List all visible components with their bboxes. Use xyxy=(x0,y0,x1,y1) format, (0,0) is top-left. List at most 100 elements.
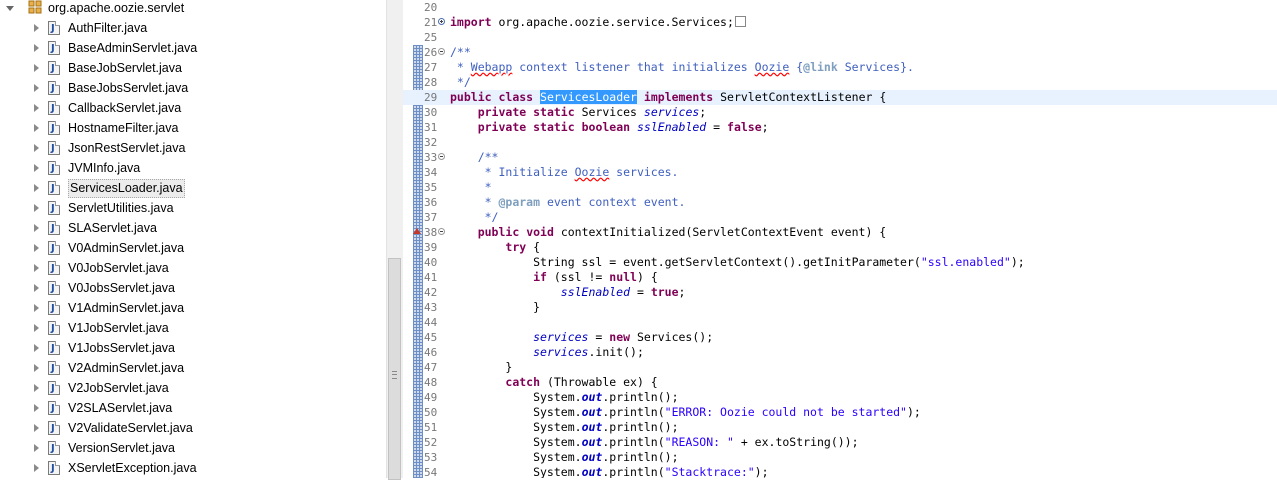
code-line[interactable]: 47 } xyxy=(403,360,1277,375)
code-line[interactable]: 21 import org.apache.oozie.service.Servic… xyxy=(403,15,1277,30)
code-line[interactable]: 37 */ xyxy=(403,210,1277,225)
collapsed-region-icon[interactable] xyxy=(734,16,746,27)
tree-file-row[interactable]: J VersionServlet.java xyxy=(0,438,386,458)
expand-arrow-icon[interactable] xyxy=(34,424,39,432)
code-line[interactable]: 34 * Initialize Oozie services. xyxy=(403,165,1277,180)
code-line[interactable]: 54 System.out.println("Stacktrace:"); xyxy=(403,465,1277,478)
tree-file-row[interactable]: J V1AdminServlet.java xyxy=(0,298,386,318)
expand-arrow-icon[interactable] xyxy=(34,184,39,192)
fold-collapse-icon[interactable] xyxy=(438,153,445,160)
scrollbar-thumb[interactable] xyxy=(388,258,401,480)
tree-file-row[interactable]: J CallbackServlet.java xyxy=(0,98,386,118)
file-name: V1JobServlet.java xyxy=(68,321,169,335)
tree-file-row[interactable]: J V2SLAServlet.java xyxy=(0,398,386,418)
code-line[interactable]: 31 private static boolean sslEnabled = f… xyxy=(403,120,1277,135)
expand-arrow-icon[interactable] xyxy=(34,144,39,152)
code-line[interactable]: 26/** xyxy=(403,45,1277,60)
expand-arrow-icon[interactable] xyxy=(34,244,39,252)
expand-arrow-icon[interactable] xyxy=(34,404,39,412)
expand-arrow-icon[interactable] xyxy=(34,464,39,472)
tree-file-row[interactable]: J ServicesLoader.java xyxy=(0,178,386,198)
tree-file-row[interactable]: J V1JobServlet.java xyxy=(0,318,386,338)
fold-expand-icon[interactable] xyxy=(438,18,445,25)
code-line[interactable]: 43 } xyxy=(403,300,1277,315)
tree-file-row[interactable]: J BaseAdminServlet.java xyxy=(0,38,386,58)
code-line[interactable]: 32 xyxy=(403,135,1277,150)
expand-arrow-icon[interactable] xyxy=(34,44,39,52)
expand-arrow-icon[interactable] xyxy=(34,224,39,232)
code-line[interactable]: 53 System.out.println(); xyxy=(403,450,1277,465)
expand-arrow-icon[interactable] xyxy=(34,24,39,32)
code-line[interactable]: 49 System.out.println(); xyxy=(403,390,1277,405)
tree-file-row[interactable]: J SLAServlet.java xyxy=(0,218,386,238)
fold-collapse-icon[interactable] xyxy=(438,228,445,235)
code-line[interactable]: 42 sslEnabled = true; xyxy=(403,285,1277,300)
tree-file-row[interactable]: J AuthFilter.java xyxy=(0,18,386,38)
expand-arrow-icon[interactable] xyxy=(34,204,39,212)
expand-arrow-icon[interactable] xyxy=(34,84,39,92)
code-line[interactable]: 20 xyxy=(403,0,1277,15)
code-line[interactable]: 41 if (ssl != null) { xyxy=(403,270,1277,285)
code-line[interactable]: 51 System.out.println(); xyxy=(403,420,1277,435)
file-name: V0JobsServlet.java xyxy=(68,281,176,295)
tree-file-row[interactable]: J V0JobServlet.java xyxy=(0,258,386,278)
code-line[interactable]: 40 String ssl = event.getServletContext(… xyxy=(403,255,1277,270)
code-line[interactable]: 52 System.out.println("REASON: " + ex.to… xyxy=(403,435,1277,450)
code-editor[interactable]: 20 21 import org.apache.oozie.service.Serv… xyxy=(403,0,1277,478)
tree-file-row[interactable]: J V1JobsServlet.java xyxy=(0,338,386,358)
tree-file-row[interactable]: J JsonRestServlet.java xyxy=(0,138,386,158)
line-number: 48 xyxy=(424,376,438,389)
tree-file-row[interactable]: J XServletException.java xyxy=(0,458,386,478)
tree-file-row[interactable]: J ServletUtilities.java xyxy=(0,198,386,218)
tree-file-row[interactable]: J BaseJobServlet.java xyxy=(0,58,386,78)
code-line[interactable]: 36 * @param event context event. xyxy=(403,195,1277,210)
java-file-icon: J xyxy=(48,61,60,75)
code-line[interactable]: 28 */ xyxy=(403,75,1277,90)
file-name: SLAServlet.java xyxy=(68,221,157,235)
override-marker-icon[interactable] xyxy=(413,228,421,234)
tree-file-row[interactable]: J V0JobsServlet.java xyxy=(0,278,386,298)
code-line[interactable]: 30 private static Services services; xyxy=(403,105,1277,120)
expand-arrow-icon[interactable] xyxy=(34,164,39,172)
expand-arrow-icon[interactable] xyxy=(34,324,39,332)
file-name: V0JobServlet.java xyxy=(68,261,169,275)
expand-arrow-icon[interactable] xyxy=(34,364,39,372)
code-line[interactable]: 29 public class ServicesLoader implements… xyxy=(403,90,1277,105)
collapse-arrow-icon[interactable] xyxy=(6,6,14,11)
scrollbar-grip-icon xyxy=(392,371,397,379)
tree-file-row[interactable]: J V0AdminServlet.java xyxy=(0,238,386,258)
expand-arrow-icon[interactable] xyxy=(34,264,39,272)
tree-file-row[interactable]: J V2AdminServlet.java xyxy=(0,358,386,378)
expand-arrow-icon[interactable] xyxy=(34,384,39,392)
code-line[interactable]: 35 * xyxy=(403,180,1277,195)
tree-file-row[interactable]: J V2ValidateServlet.java xyxy=(0,418,386,438)
code-line[interactable]: 38 public void contextInitialized(Servle… xyxy=(403,225,1277,240)
expand-arrow-icon[interactable] xyxy=(34,64,39,72)
expand-arrow-icon[interactable] xyxy=(34,444,39,452)
tree-file-row[interactable]: J HostnameFilter.java xyxy=(0,118,386,138)
tree-package-row[interactable]: org.apache.oozie.servlet xyxy=(0,0,386,18)
expand-arrow-icon[interactable] xyxy=(34,344,39,352)
code-line[interactable]: 25 xyxy=(403,30,1277,45)
expand-arrow-icon[interactable] xyxy=(34,304,39,312)
code-line[interactable]: 44 xyxy=(403,315,1277,330)
explorer-scrollbar[interactable] xyxy=(386,0,403,480)
java-file-icon: J xyxy=(48,241,60,255)
code-line[interactable]: 33 /** xyxy=(403,150,1277,165)
tree-file-row[interactable]: J BaseJobsServlet.java xyxy=(0,78,386,98)
code-line[interactable]: 39 try { xyxy=(403,240,1277,255)
fold-collapse-icon[interactable] xyxy=(438,48,445,55)
code-line[interactable]: 27 * Webapp context listener that initia… xyxy=(403,60,1277,75)
expand-arrow-icon[interactable] xyxy=(34,124,39,132)
line-number: 31 xyxy=(424,121,438,134)
java-file-icon: J xyxy=(48,41,60,55)
tree-file-row[interactable]: J V2JobServlet.java xyxy=(0,378,386,398)
line-number: 46 xyxy=(424,346,438,359)
code-line[interactable]: 46 services.init(); xyxy=(403,345,1277,360)
expand-arrow-icon[interactable] xyxy=(34,284,39,292)
code-line[interactable]: 48 catch (Throwable ex) { xyxy=(403,375,1277,390)
code-line[interactable]: 45 services = new Services(); xyxy=(403,330,1277,345)
code-line[interactable]: 50 System.out.println("ERROR: Oozie coul… xyxy=(403,405,1277,420)
tree-file-row[interactable]: J JVMInfo.java xyxy=(0,158,386,178)
expand-arrow-icon[interactable] xyxy=(34,104,39,112)
